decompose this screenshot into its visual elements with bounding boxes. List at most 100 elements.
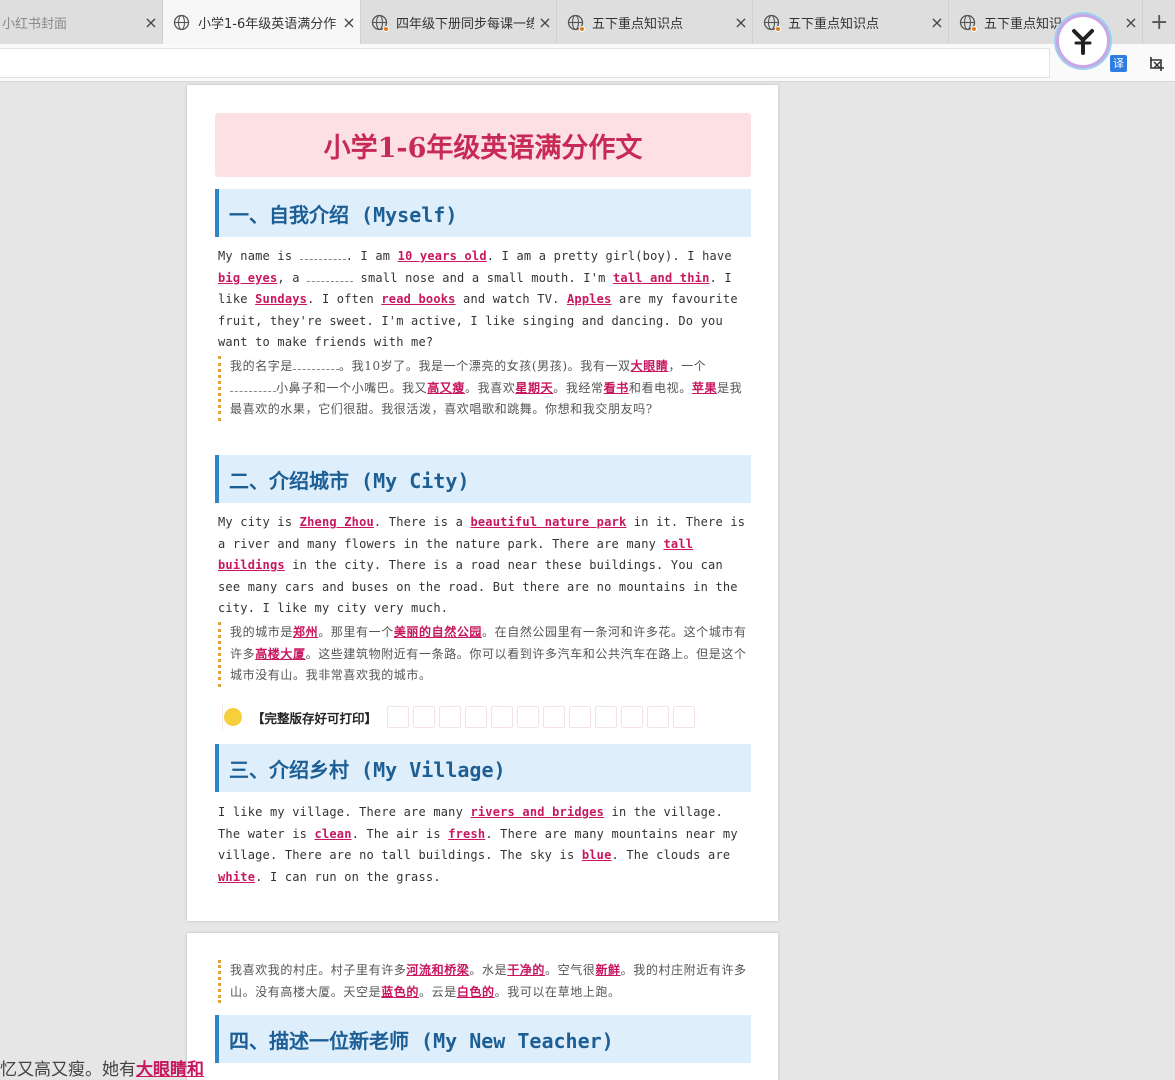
tab-title: 小红书封面 — [2, 16, 68, 32]
text-segment: , a — [277, 270, 308, 285]
notification-dot-icon — [775, 25, 781, 32]
highlighted-phrase: Sundays — [255, 292, 308, 306]
text-segment: 。我可以在草地上跑。 — [494, 984, 621, 999]
tab-close-icon[interactable]: × — [140, 13, 162, 32]
highlighted-phrase: big eyes — [218, 270, 278, 285]
highlighted-phrase: Zheng Zhou — [299, 515, 374, 529]
tab-close-icon[interactable]: × — [1120, 13, 1142, 32]
decorative-grid — [387, 706, 699, 728]
highlighted-phrase: 美丽的自然公园 — [393, 625, 483, 639]
tab-title: 五下重点知识点 — [592, 16, 684, 32]
notification-dot-icon — [971, 25, 977, 32]
globe-icon — [371, 14, 389, 32]
fill-in-blank — [293, 358, 340, 370]
essay-chinese-my-city: 我的城市是郑州。那里有一个美丽的自然公园。在自然公园里有一条河和许多花。这个城市… — [218, 622, 748, 687]
tab-grade4-practice[interactable]: 四年级下册同步每课一练 × — [361, 0, 557, 44]
fill-in-blank — [299, 248, 346, 260]
document-page-2: 我喜欢我的村庄。村子里有许多河流和桥梁。水是干净的。空气很新鲜。我的村庄附近有许… — [187, 933, 778, 1080]
tab-xiaohongshu-cover[interactable]: 小红书封面 × — [0, 0, 163, 44]
highlighted-phrase: fresh — [448, 826, 486, 841]
text-segment: 。那里有一个 — [318, 625, 394, 639]
text-segment: 。云是 — [419, 984, 457, 999]
essay-chinese-my-village: 我喜欢我的村庄。村子里有许多河流和桥梁。水是干净的。空气很新鲜。我的村庄附近有许… — [218, 960, 748, 1003]
highlighted-phrase: rivers and bridges — [470, 805, 605, 819]
highlighted-phrase: read books — [381, 292, 456, 306]
highlighted-phrase: 蓝色的 — [381, 984, 420, 999]
text-segment: . I am — [345, 249, 398, 263]
tab-grade5-notes-1[interactable]: 五下重点知识点 × — [557, 0, 753, 44]
text-segment: 我的名字是 — [230, 359, 294, 373]
fill-in-blank — [307, 270, 354, 282]
highlighted-phrase: 星期天 — [515, 380, 554, 395]
tab-title: 五下重点知识点 — [788, 16, 880, 32]
tab-close-icon[interactable]: × — [338, 13, 360, 32]
highlighted-phrase: 高又瘦 — [427, 380, 466, 395]
text-segment: My name is — [218, 249, 300, 263]
text-segment: small nose and a small mouth. I'm — [353, 270, 613, 285]
globe-icon — [959, 14, 977, 32]
tab-grade5-notes-2[interactable]: 五下重点知识点 × — [753, 0, 949, 44]
section-heading-my-village: 三、介绍乡村 (My Village) — [215, 744, 751, 792]
highlighted-phrase: 苹果 — [691, 380, 718, 395]
tab-grade5-notes-3[interactable]: 五下重点知识点 × — [949, 0, 1143, 44]
text-segment: 。这些建筑物附近有一条路。你可以看到许多汽车和公共汽车在路上。但是这个城市没有山… — [230, 646, 747, 683]
screenshot-icon[interactable] — [1148, 55, 1166, 73]
tab-strip: 小红书封面 × 小学1-6年级英语满分作 × 四年级下册同步每课一练 × 五下重… — [0, 0, 1175, 44]
highlighted-phrase: white — [218, 869, 256, 884]
tab-close-icon[interactable]: × — [926, 13, 948, 32]
essay-english-myself: My name is . I am 10 years old. I am a p… — [218, 246, 748, 354]
highlighted-phrase: 干净的 — [507, 963, 546, 977]
highlighted-phrase: 新鲜 — [595, 963, 621, 977]
browser-window: 小红书封面 × 小学1-6年级英语满分作 × 四年级下册同步每课一练 × 五下重… — [0, 0, 1175, 1080]
highlighted-phrase: beautiful nature park — [470, 515, 627, 529]
text-segment: I like my village. There are many — [218, 805, 471, 819]
print-banner-text: 【完整版存好可打印】 — [252, 707, 384, 727]
text-segment: 我的城市是 — [230, 625, 294, 639]
document-title: 小学1-6年级英语满分作文 — [215, 113, 751, 177]
text-segment: 。水是 — [469, 963, 508, 977]
text-segment: . I often — [307, 292, 382, 306]
url-input[interactable] — [0, 48, 1050, 78]
text-segment: 我喜欢我的村庄。村子里有许多 — [230, 963, 407, 977]
highlighted-phrase: tall and thin — [612, 270, 710, 285]
text-segment: . I can run on the grass. — [255, 869, 441, 884]
text-segment: ，一个 — [668, 359, 707, 373]
essay-english-my-village: I like my village. There are many rivers… — [218, 802, 748, 888]
essay-english-my-city: My city is Zheng Zhou. There is a beauti… — [218, 512, 748, 620]
notification-dot-icon — [579, 25, 585, 32]
text-segment: and watch TV. — [455, 292, 567, 306]
notification-dot-icon — [383, 25, 389, 32]
section-heading-myself: 一、自我介绍 (Myself) — [215, 189, 751, 237]
underlying-page-text: 忆又高又瘦。她有大眼睛和 — [0, 1055, 204, 1080]
text-segment: . The air is — [351, 826, 449, 841]
section-heading-new-teacher: 四、描述一位新老师 (My New Teacher) — [215, 1015, 751, 1063]
highlighted-phrase: blue — [581, 848, 612, 862]
section-heading-my-city: 二、介绍城市 (My City) — [215, 455, 751, 503]
tab-close-icon[interactable]: × — [534, 13, 556, 32]
text-segment: 。空气很 — [545, 963, 596, 977]
highlighted-phrase: 看书 — [603, 380, 629, 395]
underlying-page-text-plain: 忆又高又瘦。她有 — [0, 1060, 136, 1080]
globe-icon — [763, 14, 781, 32]
fill-in-blank — [230, 380, 276, 392]
text-segment: My city is — [218, 515, 300, 529]
extension-logo-icon[interactable] — [1056, 14, 1110, 68]
sun-icon — [224, 708, 242, 726]
globe-icon — [173, 14, 190, 31]
essay-chinese-myself: 我的名字是 。我10岁了。我是一个漂亮的女孩(男孩)。我有一双大眼睛，一个小鼻子和… — [218, 356, 748, 421]
address-bar — [0, 44, 1175, 82]
underlying-page-text-highlight: 大眼睛和 — [136, 1060, 204, 1080]
text-segment: 和看电视。 — [628, 380, 692, 395]
print-banner: 【完整版存好可打印】 — [220, 703, 752, 731]
tab-title: 小学1-6年级英语满分作 — [198, 16, 337, 32]
tab-close-icon[interactable]: × — [730, 13, 752, 32]
text-segment: 小鼻子和一个小嘴巴。我又 — [276, 380, 428, 395]
new-tab-button[interactable]: + — [1150, 10, 1168, 35]
text-segment: 。我喜欢 — [465, 380, 516, 395]
tab-title: 四年级下册同步每课一练 — [396, 16, 534, 32]
text-segment: . The clouds are — [611, 848, 731, 862]
translate-icon[interactable]: 译 — [1110, 55, 1127, 72]
tab-english-essays[interactable]: 小学1-6年级英语满分作 × — [163, 0, 361, 44]
highlighted-phrase: 郑州 — [293, 625, 319, 639]
text-segment: 。我经常 — [553, 380, 604, 395]
